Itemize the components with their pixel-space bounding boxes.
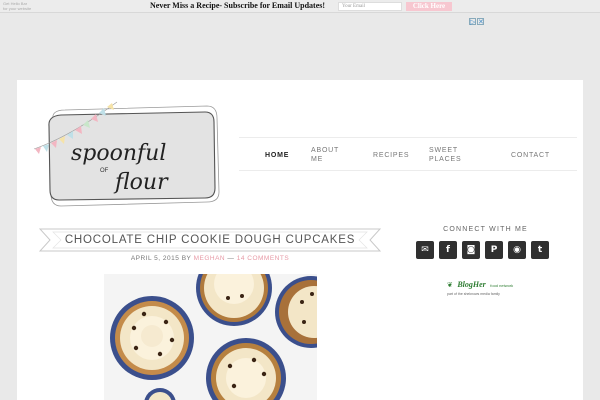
- post-date: APRIL 5, 2015: [130, 255, 180, 262]
- nav-sweet-places[interactable]: SWEET PLACES: [429, 138, 465, 172]
- social-icons: ✉ f ◙ P ◉ t: [416, 241, 549, 259]
- connect-heading: CONNECT WITH ME: [443, 226, 528, 233]
- blogher-name: BlogHer: [457, 280, 486, 289]
- blogher-sub: food network: [490, 283, 514, 288]
- ad-info-icon[interactable]: ▷: [469, 18, 476, 26]
- nav-contact[interactable]: CONTACT: [511, 138, 561, 172]
- post-title[interactable]: CHOCOLATE CHIP COOKIE DOUGH CUPCAKES: [39, 228, 381, 252]
- logo-word-flour: flour: [113, 170, 169, 195]
- logo-word-spoonful: spoonful: [71, 141, 166, 166]
- post-meta: APRIL 5, 2015 BY MEGHAN — 14 COMMENTS: [39, 255, 381, 262]
- email-icon[interactable]: ✉: [416, 241, 434, 259]
- post-author-link[interactable]: MEGHAN: [194, 255, 226, 262]
- subscribe-button[interactable]: Click Here: [406, 2, 452, 11]
- hellobar-brand[interactable]: Get Hello Bar for your website: [3, 1, 31, 11]
- hellobar-message: Never Miss a Recipe- Subscribe for Email…: [150, 1, 326, 10]
- rss-icon[interactable]: ◉: [508, 241, 526, 259]
- blogher-badge[interactable]: ❦ BlogHer food network part of the shekn…: [447, 274, 525, 296]
- site-container: spoonful OF flour HOME ABOUT ME RECIPES …: [17, 80, 583, 400]
- post-by: BY: [181, 255, 192, 262]
- ad-close-icon[interactable]: ✕: [477, 18, 484, 26]
- ad-choices[interactable]: ▷ ✕: [468, 18, 484, 26]
- nav-about-me[interactable]: ABOUT ME: [311, 138, 347, 172]
- twitter-icon[interactable]: t: [531, 241, 549, 259]
- nav-home[interactable]: HOME: [265, 138, 295, 172]
- logo-word-of: OF: [100, 168, 109, 174]
- pinterest-icon[interactable]: P: [485, 241, 503, 259]
- hello-bar: Get Hello Bar for your website Never Mis…: [0, 0, 600, 13]
- email-input[interactable]: Your Email: [338, 2, 402, 11]
- blogher-leaf-icon: ❦: [447, 282, 453, 289]
- meta-separator: —: [227, 255, 235, 262]
- nav-recipes[interactable]: RECIPES: [373, 138, 413, 172]
- blogher-tagline: part of the sheknows media family: [447, 292, 500, 296]
- post-comments-link[interactable]: 14 COMMENTS: [237, 255, 289, 262]
- post-image-cupcakes[interactable]: [104, 274, 317, 400]
- instagram-icon[interactable]: ◙: [462, 241, 480, 259]
- site-logo[interactable]: spoonful OF flour: [31, 96, 231, 210]
- facebook-icon[interactable]: f: [439, 241, 457, 259]
- main-nav: HOME ABOUT ME RECIPES SWEET PLACES CONTA…: [239, 137, 577, 171]
- hellobar-brand-line3: for your website: [3, 6, 32, 11]
